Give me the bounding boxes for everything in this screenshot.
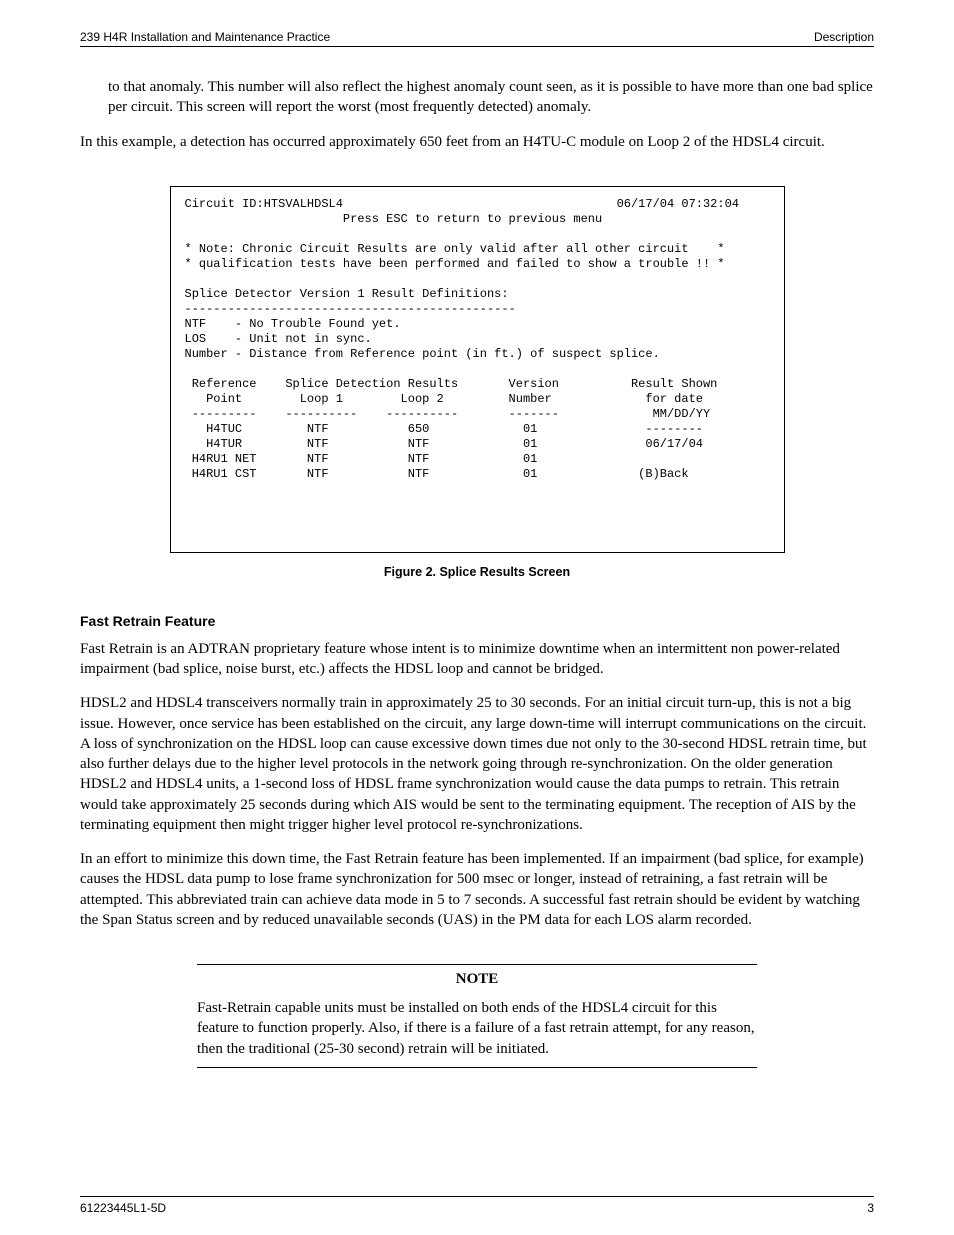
note-rule-top xyxy=(197,964,757,965)
header-left: 239 H4R Installation and Maintenance Pra… xyxy=(80,30,330,44)
spacer xyxy=(80,1068,874,1196)
page: 239 H4R Installation and Maintenance Pra… xyxy=(0,0,954,1235)
header-rule xyxy=(80,46,874,47)
paragraph-fast-retrain-3: In an effort to minimize this down time,… xyxy=(80,849,874,930)
page-footer: 61223445L1-5D 3 xyxy=(80,1201,874,1215)
figure-caption: Figure 2. Splice Results Screen xyxy=(80,565,874,579)
note-block: NOTE Fast-Retrain capable units must be … xyxy=(197,964,757,1068)
page-header: 239 H4R Installation and Maintenance Pra… xyxy=(80,30,874,44)
header-right: Description xyxy=(814,30,874,44)
terminal-screen: Circuit ID:HTSVALHDSL4 06/17/04 07:32:04… xyxy=(170,186,785,553)
paragraph-example: In this example, a detection has occurre… xyxy=(80,132,874,152)
footer-left: 61223445L1-5D xyxy=(80,1201,166,1215)
footer-page-number: 3 xyxy=(867,1201,874,1215)
footer-rule xyxy=(80,1196,874,1197)
note-title: NOTE xyxy=(197,971,757,988)
paragraph-continuation: to that anomaly. This number will also r… xyxy=(108,77,874,118)
note-body: Fast-Retrain capable units must be insta… xyxy=(197,998,757,1059)
paragraph-fast-retrain-1: Fast Retrain is an ADTRAN proprietary fe… xyxy=(80,639,874,680)
section-heading-fast-retrain: Fast Retrain Feature xyxy=(80,613,874,629)
paragraph-fast-retrain-2: HDSL2 and HDSL4 transceivers normally tr… xyxy=(80,693,874,835)
